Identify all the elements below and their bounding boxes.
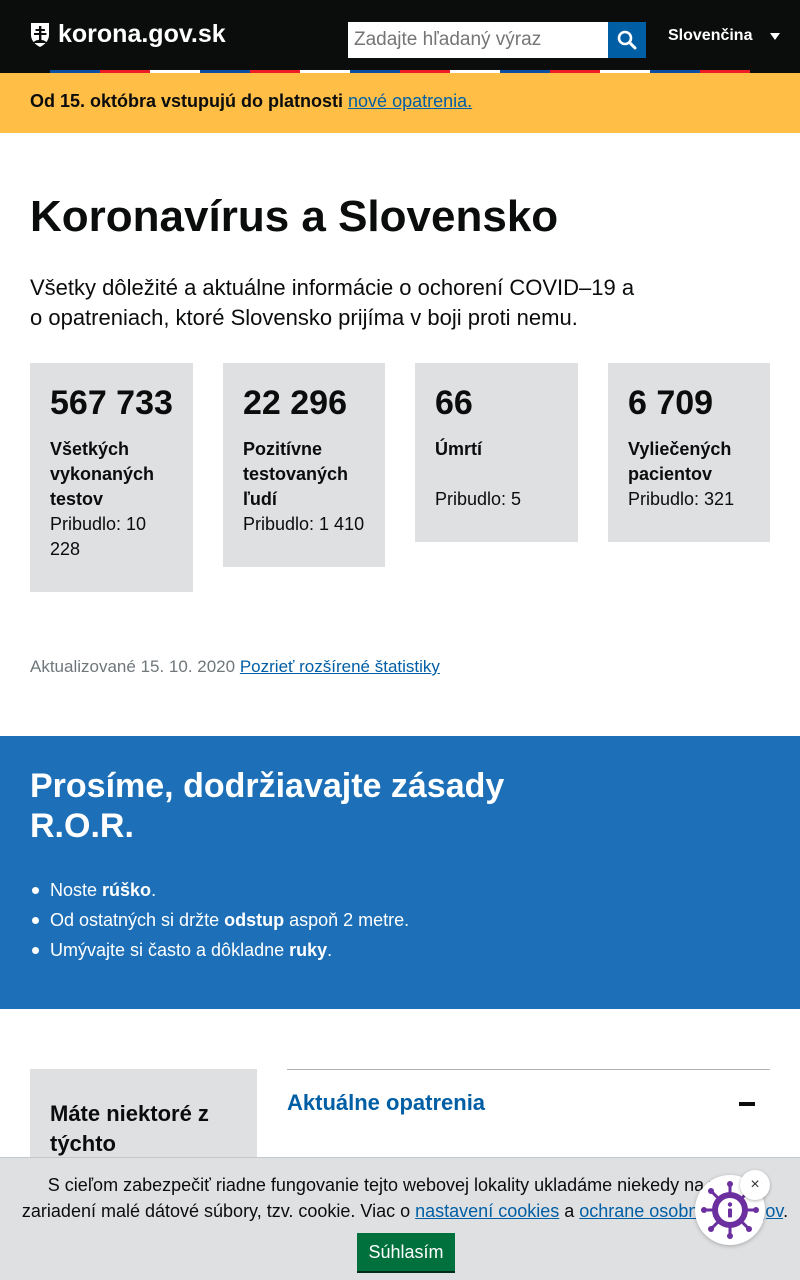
accordion-divider [287, 1069, 770, 1070]
search-input[interactable] [348, 22, 608, 58]
stat-card-recovered: 6 709 Vyliečených pacientov Pribudlo: 32… [608, 363, 770, 542]
stat-added: Pribudlo: 10 228 [50, 514, 147, 559]
stat-label: Pozitívne testovaných ľudí [243, 439, 349, 509]
cookie-settings-link[interactable]: nastavení cookies [415, 1201, 559, 1221]
list-item: Od ostatných si držte odstup aspoň 2 met… [31, 905, 409, 935]
site-header: korona.gov.sk Slovenčina [0, 0, 800, 70]
stat-label: Úmrtí [435, 439, 483, 459]
notice-message: Od 15. októbra vstupujú do platnosti [30, 91, 344, 111]
stat-added: Pribudlo: 321 [628, 489, 735, 509]
stat-card-tests: 567 733 Všetkých vykonaných testov Pribu… [30, 363, 193, 592]
ror-title: Prosíme, dodržiavajte zásady R.O.R. [30, 767, 505, 845]
close-icon: × [750, 1176, 760, 1193]
accept-cookies-button[interactable]: Súhlasím [357, 1233, 455, 1273]
ror-section: Prosíme, dodržiavajte zásady R.O.R. Nost… [0, 736, 800, 1009]
notice-text: Od 15. októbra vstupujú do platnosti nov… [30, 91, 472, 112]
updated-info: Aktualizované 15. 10. 2020 Pozrieť rozší… [30, 657, 440, 677]
caret-down-icon [770, 32, 781, 40]
extended-stats-link[interactable]: Pozrieť rozšírené štatistiky [240, 657, 440, 676]
stat-label: Všetkých vykonaných testov [50, 439, 155, 509]
logo-text: korona.gov.sk [58, 20, 226, 48]
cookie-banner: S cieľom zabezpečiť riadne fungovanie te… [0, 1157, 800, 1280]
language-label: Slovenčina [668, 27, 753, 44]
stat-added: Pribudlo: 1 410 [243, 514, 365, 534]
stat-added: Pribudlo: 5 [435, 489, 522, 509]
collapse-minus-icon[interactable] [739, 1102, 755, 1106]
stat-card-positive: 22 296 Pozitívne testovaných ľudí Pribud… [223, 363, 385, 567]
notice-banner: Od 15. októbra vstupujú do platnosti nov… [0, 73, 800, 133]
site-logo[interactable]: korona.gov.sk [30, 20, 226, 49]
language-selector[interactable]: Slovenčina [668, 27, 781, 45]
stat-value: 22 296 [243, 384, 347, 422]
cookie-text: S cieľom zabezpečiť riadne fungovanie te… [21, 1175, 789, 1221]
coat-of-arms-icon [31, 22, 49, 47]
stat-label: Vyliečených pacientov [628, 439, 732, 484]
list-item: Umývajte si často a dôkladne ruky. [31, 935, 409, 965]
stat-value: 66 [435, 384, 473, 422]
stat-card-deaths: 66 Úmrtí Pribudlo: 5 [415, 363, 578, 542]
page-lead: Všetky dôležité a aktuálne informácie o … [30, 275, 635, 330]
accordion-current-measures[interactable]: Aktuálne opatrenia [287, 1090, 485, 1116]
new-measures-link[interactable]: nové opatrenia. [348, 91, 472, 111]
close-widget-button[interactable]: × [740, 1170, 770, 1200]
list-item: Noste rúško. [31, 875, 409, 905]
sidebar-title: Máte niektoré z týchto [50, 1101, 209, 1156]
stat-value: 6 709 [628, 384, 714, 422]
search-icon [617, 30, 637, 50]
page-title: Koronavírus a Slovensko [30, 192, 559, 241]
stat-value: 567 733 [50, 384, 173, 422]
updated-text: Aktualizované 15. 10. 2020 [30, 657, 236, 676]
search-button[interactable] [608, 22, 646, 58]
ror-list: Noste rúško. Od ostatných si držte odstu… [31, 875, 409, 965]
